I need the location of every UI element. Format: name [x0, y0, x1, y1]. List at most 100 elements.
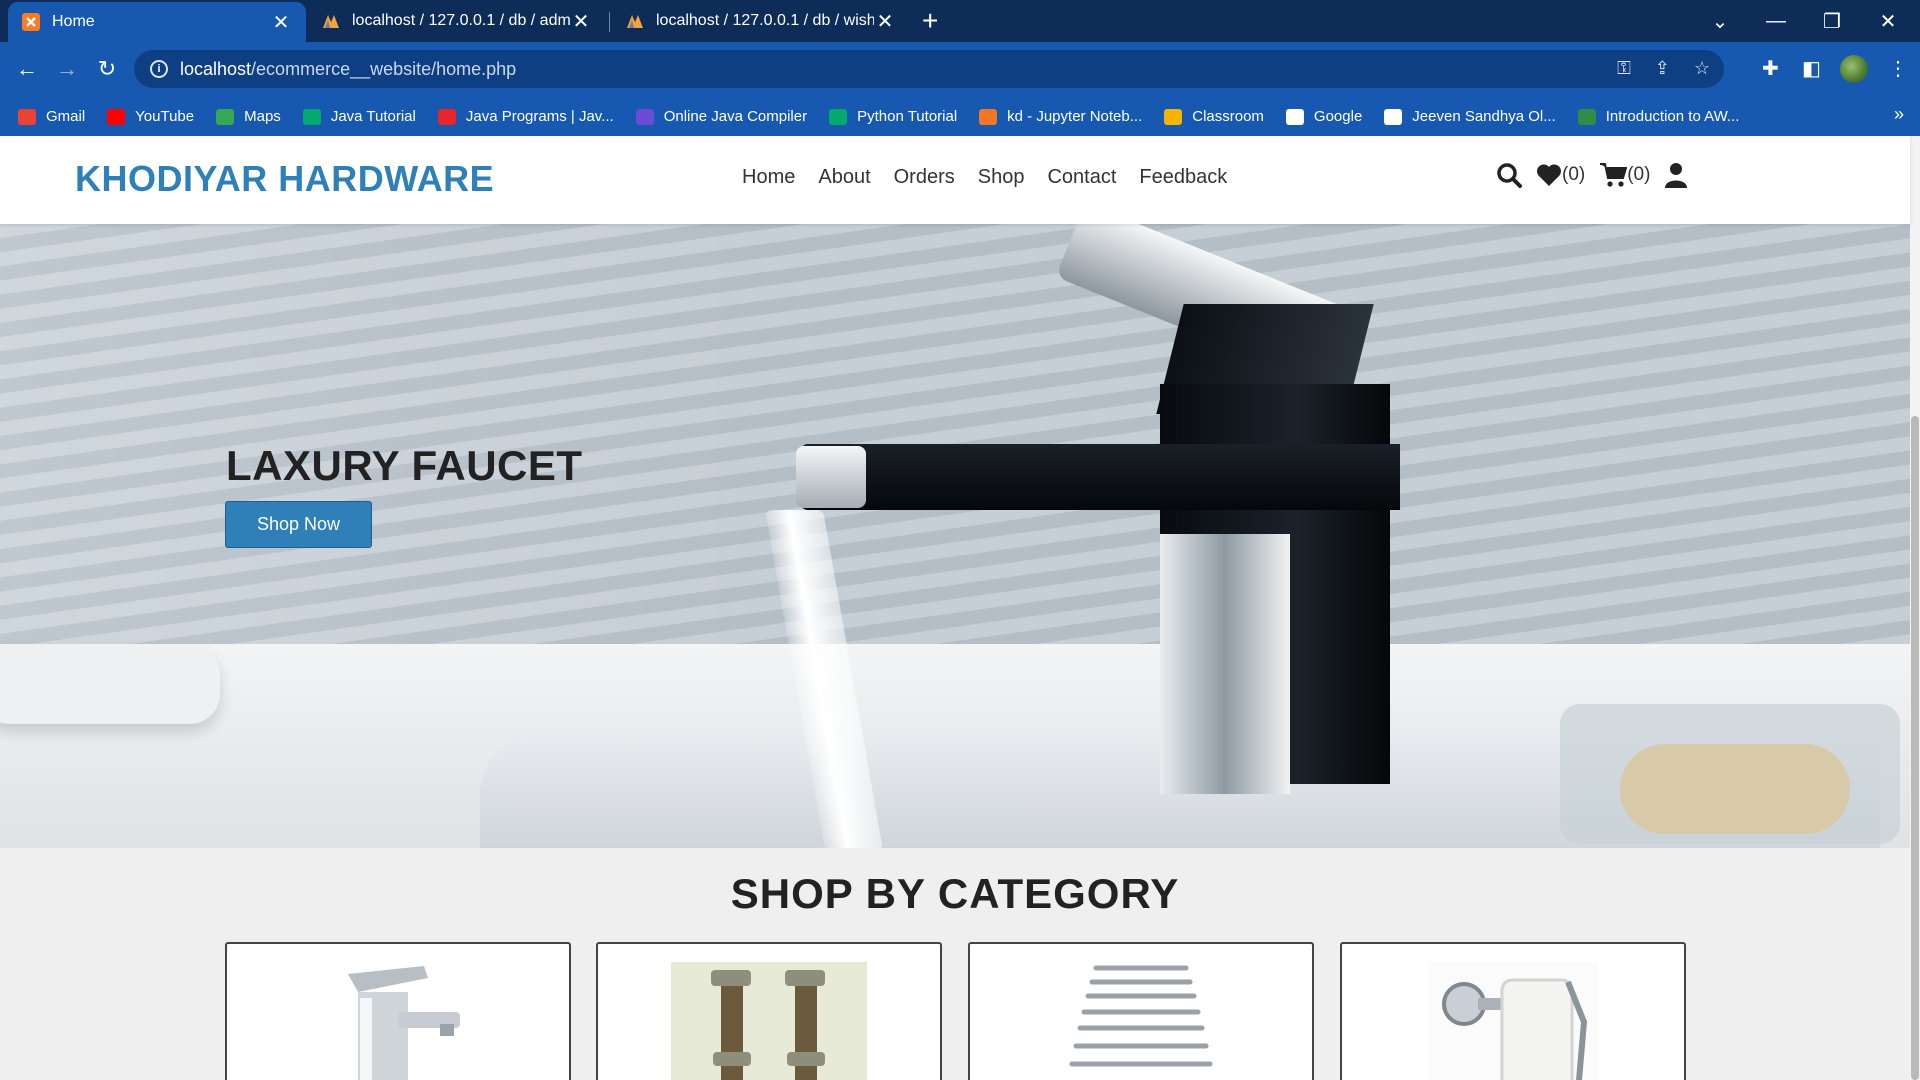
bookmarks-more-button[interactable]: » [1894, 104, 1904, 125]
bookmark-label: kd - Jupyter Noteb... [1007, 108, 1143, 125]
bookmark-label: YouTube [135, 108, 195, 125]
url-host: localhost [180, 58, 252, 79]
bookmark-label: Online Java Compiler [663, 108, 808, 125]
side-panel-icon[interactable]: ◧ [1802, 56, 1821, 81]
youtube-icon [107, 108, 126, 125]
bookmark-item[interactable]: Introduction to AW... [1577, 108, 1740, 125]
close-icon[interactable]: ✕ [570, 9, 592, 34]
jupyter-icon [979, 108, 998, 125]
nav-home[interactable]: Home [742, 166, 795, 189]
shop-now-button[interactable]: Shop Now [225, 501, 372, 548]
faucet-image [348, 966, 460, 1080]
extensions-icon[interactable]: ✚ [1762, 56, 1779, 81]
page-scrollbar[interactable] [1910, 136, 1920, 1080]
w3schools-icon [302, 108, 321, 125]
category-card-bath-accessories[interactable] [1340, 942, 1686, 1080]
restore-button[interactable]: ❐ [1804, 0, 1860, 42]
faucet-spout [800, 444, 1400, 510]
window-close-button[interactable]: ✕ [1860, 0, 1916, 42]
bookmark-item[interactable]: Gmail [18, 108, 85, 125]
phpmyadmin-icon [627, 15, 643, 28]
back-icon[interactable]: ← [12, 54, 42, 84]
search-icon[interactable] [1496, 162, 1522, 188]
key-icon[interactable]: ⚿ [1617, 58, 1631, 79]
site-logo[interactable]: KHODIYAR HARDWARE [75, 158, 494, 200]
url-input[interactable]: i localhost/ecommerce__website/home.php … [134, 50, 1724, 88]
nav-orders[interactable]: Orders [894, 166, 955, 189]
wishlist-link[interactable]: (0) [1536, 163, 1585, 187]
category-card-handles[interactable] [596, 942, 942, 1080]
hero-towel [0, 644, 220, 724]
hero-banner: LAXURY FAUCET Shop Now [0, 224, 1910, 848]
bookmark-label: Maps [244, 108, 281, 125]
forward-icon[interactable]: → [52, 54, 82, 84]
cart-link[interactable]: (0) [1599, 162, 1650, 188]
nav-about[interactable]: About [818, 166, 870, 189]
nav-contact[interactable]: Contact [1047, 166, 1116, 189]
profile-avatar[interactable] [1840, 55, 1868, 83]
tab-title: localhost / 127.0.0.1 / db / wishlist [656, 12, 874, 29]
xampp-icon [22, 13, 40, 31]
tab-separator [609, 12, 610, 32]
compiler-icon [635, 108, 654, 125]
cart-count: (0) [1627, 164, 1651, 185]
cart-icon [1600, 163, 1628, 187]
new-tab-button[interactable]: + [922, 6, 938, 36]
reload-icon[interactable]: ↻ [92, 54, 122, 84]
browser-tab-bar: Home ✕ localhost / 127.0.0.1 / db / admi… [0, 0, 1920, 42]
tab-search-icon[interactable]: ⌄ [1692, 0, 1748, 42]
phpmyadmin-icon [323, 15, 339, 28]
site-info-icon[interactable]: i [150, 60, 168, 78]
bookmark-item[interactable]: Classroom [1164, 108, 1264, 125]
geeks-icon [1577, 108, 1596, 125]
menu-icon[interactable]: ⋮ [1888, 56, 1908, 81]
nav-feedback[interactable]: Feedback [1139, 166, 1227, 189]
tab-title: localhost / 127.0.0.1 / db / admin [352, 12, 570, 29]
bookmark-item[interactable]: YouTube [107, 108, 194, 125]
site-header: KHODIYAR HARDWARE Home About Orders Shop… [0, 136, 1910, 224]
faucet-chrome [1160, 534, 1290, 794]
bookmark-item[interactable]: Python Tutorial [829, 108, 957, 125]
omnibox-actions: ⚿ ⇪ ☆ [1617, 58, 1710, 79]
wrench-set-image [1069, 965, 1213, 1067]
address-bar-row: ← → ↻ i localhost/ecommerce__website/hom… [0, 42, 1920, 97]
bookmark-item[interactable]: Java Tutorial [302, 108, 416, 125]
bookmark-label: Classroom [1192, 108, 1264, 125]
url-path: /ecommerce__website/home.php [251, 58, 517, 79]
hero-soap [1620, 744, 1850, 834]
door-handle-image [671, 962, 867, 1080]
gmail-icon [18, 108, 36, 125]
nav-shop[interactable]: Shop [978, 166, 1025, 189]
close-icon[interactable]: ✕ [874, 9, 896, 34]
browser-tab-wishlist[interactable]: localhost / 127.0.0.1 / db / wishlist ✕ [612, 0, 910, 42]
bookmark-item[interactable]: Java Programs | Jav... [437, 108, 614, 125]
scrollbar-thumb[interactable] [1911, 416, 1919, 1080]
faucet-tip [796, 446, 866, 508]
bookmark-item[interactable]: Jeeven Sandhya Ol... [1384, 108, 1556, 125]
bookmark-item[interactable]: Online Java Compiler [635, 108, 808, 125]
classroom-icon [1164, 108, 1183, 125]
globe-icon [1384, 108, 1403, 125]
browser-tab-home[interactable]: Home ✕ [8, 2, 306, 42]
user-icon[interactable] [1664, 162, 1688, 188]
star-icon[interactable]: ☆ [1694, 58, 1710, 79]
wishlist-count: (0) [1562, 164, 1586, 185]
browser-tab-admin[interactable]: localhost / 127.0.0.1 / db / admin ✕ [308, 0, 606, 42]
bookmark-label: Java Programs | Jav... [465, 108, 614, 125]
minimize-button[interactable]: — [1748, 0, 1804, 42]
header-icons: (0) (0) [1496, 162, 1688, 188]
bookmark-label: Java Tutorial [330, 108, 416, 125]
bookmarks-bar: Gmail YouTube Maps Java Tutorial Java Progra… [0, 97, 1920, 136]
bookmark-item[interactable]: kd - Jupyter Noteb... [979, 108, 1142, 125]
close-icon[interactable]: ✕ [270, 10, 292, 35]
category-card-tools[interactable] [968, 942, 1314, 1080]
bookmark-label: Introduction to AW... [1605, 108, 1740, 125]
share-icon[interactable]: ⇪ [1655, 58, 1670, 79]
main-nav: Home About Orders Shop Contact Feedback [742, 166, 1227, 189]
category-card-faucets[interactable] [225, 942, 571, 1080]
bookmark-item[interactable]: Google [1285, 108, 1362, 125]
page-viewport: KHODIYAR HARDWARE Home About Orders Shop… [0, 136, 1920, 1080]
tab-title: Home [52, 13, 95, 30]
category-section-title: SHOP BY CATEGORY [730, 870, 1180, 917]
bookmark-item[interactable]: Maps [216, 108, 281, 125]
